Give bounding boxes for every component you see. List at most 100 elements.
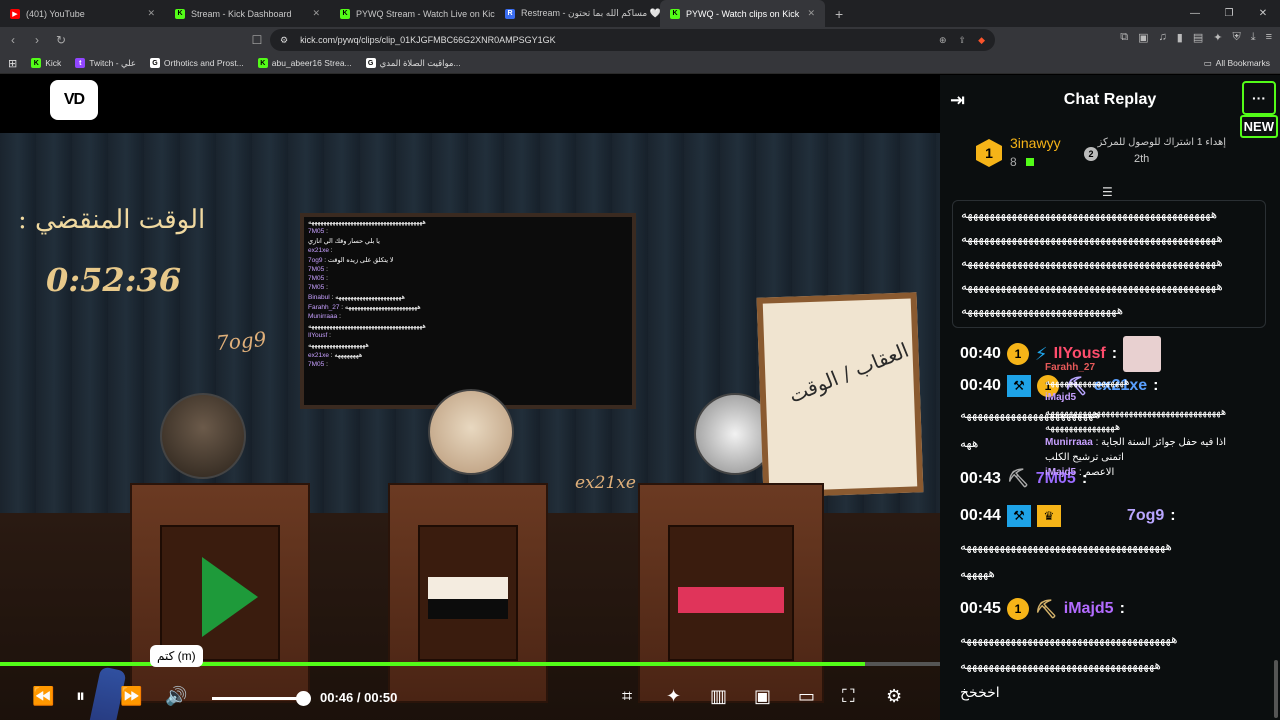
theater-icon[interactable]: ▭ bbox=[798, 686, 815, 707]
tv-chat-line: ههههههههههههههههههههههههههههههههههههههه bbox=[304, 321, 632, 331]
chat-username[interactable]: IlYousf bbox=[1054, 345, 1106, 363]
timestamp: 00:43 bbox=[960, 469, 1001, 487]
message-text: ههههههههههههههههههههههههه bbox=[960, 407, 1101, 421]
pinned-leaderboard: 1 3inawyy 8 إهداء 1 اشتراك للوصول للمركز… bbox=[976, 133, 1246, 177]
emote-image bbox=[1123, 336, 1162, 372]
music-icon[interactable]: ♫ bbox=[1159, 31, 1167, 44]
green-triangle-icon bbox=[202, 557, 258, 637]
moderator-badge-icon: ⚒ bbox=[1006, 505, 1031, 527]
podium-center bbox=[388, 483, 548, 703]
wallet-icon[interactable]: ▤ bbox=[1193, 31, 1203, 44]
collapse-chat-icon[interactable]: ⇥ bbox=[950, 90, 965, 111]
fullscreen-icon[interactable]: ⛶ bbox=[842, 686, 855, 707]
screenshot-icon[interactable]: ▣ bbox=[1138, 31, 1148, 44]
seek-bar[interactable] bbox=[0, 662, 940, 666]
site-info-icon[interactable]: ⚙ bbox=[280, 35, 288, 46]
crown-badge-icon: ♛ bbox=[1036, 505, 1061, 527]
elapsed-time-value: 0:52:36 bbox=[46, 261, 181, 299]
sparkle-icon[interactable]: ✦ bbox=[666, 686, 681, 707]
pickaxe-badge-icon: ⛏ bbox=[1064, 375, 1088, 396]
tab-restream[interactable]: R Restream - مساكم الله بما تحتون 🤍 ✕ bbox=[495, 0, 660, 27]
chat-username[interactable]: 7M05 bbox=[1036, 470, 1076, 488]
red-bar bbox=[678, 587, 784, 613]
rank-badge: 1 bbox=[976, 139, 1002, 167]
message-line: ههههههههههههههههههههههههههههه bbox=[961, 303, 1124, 317]
tv-chat-text: ههههههههههههههههههههههههههههههههههههههه bbox=[308, 219, 426, 226]
crop-icon[interactable]: ⌗ bbox=[622, 686, 632, 707]
brave-shield-icon[interactable]: ◆ bbox=[978, 35, 985, 46]
kick-icon: K bbox=[670, 8, 680, 19]
close-window-icon[interactable]: ✕ bbox=[1246, 0, 1280, 27]
tab-label: PYWQ Stream - Watch Live on Kick bbox=[356, 8, 495, 19]
address-bar[interactable]: ⚙ kick.com/pywq/clips/clip_01KJGFMBC66G2… bbox=[270, 29, 995, 51]
share-icon[interactable]: ⇪ bbox=[959, 35, 967, 46]
chat-panel: ⇥ Chat Replay ··· NEW 1 3inawyy 8 إهداء … bbox=[940, 75, 1280, 720]
bookmark-abu-abeer[interactable]: Kabu_abeer16 Strea... bbox=[257, 58, 352, 68]
long-message-box: هههههههههههههههههههههههههههههههههههههههه… bbox=[952, 200, 1266, 328]
current-time: 00:46 bbox=[320, 690, 354, 705]
bookmark-icon[interactable]: ☐ bbox=[246, 29, 268, 51]
more-options-icon[interactable]: ··· bbox=[1242, 81, 1276, 115]
all-bookmarks[interactable]: ▭ All Bookmarks bbox=[1204, 58, 1270, 69]
timestamp: 00:45 bbox=[960, 600, 1001, 617]
tv-chat-text: ههههههههههههههههههههههه bbox=[335, 294, 405, 301]
back-icon[interactable]: ‹ bbox=[2, 29, 24, 51]
menu-icon[interactable]: ≡ bbox=[1266, 31, 1272, 44]
chat-username[interactable]: ex21xe bbox=[1094, 377, 1147, 395]
minimize-icon[interactable]: — bbox=[1178, 0, 1212, 27]
download-icon[interactable]: ⤓ bbox=[1251, 31, 1256, 44]
close-icon[interactable]: ✕ bbox=[807, 8, 815, 19]
tv-chat-user: 7M05 bbox=[308, 275, 325, 282]
chat-message: 00:40 1 ⚡ IlYousf: bbox=[960, 336, 1162, 372]
zoom-icon[interactable]: ⊕ bbox=[939, 35, 947, 46]
leader-count: 8 bbox=[1010, 155, 1017, 169]
tv-chat-user: Munirraaa bbox=[308, 313, 338, 320]
vpn-icon[interactable]: ⛨ bbox=[1232, 31, 1240, 44]
miniplayer-icon[interactable]: ▣ bbox=[754, 686, 771, 707]
forward-icon[interactable]: › bbox=[26, 29, 48, 51]
video-player[interactable]: الوقت المنقضي : 0:52:36 هههههههههههههههه… bbox=[0, 75, 940, 720]
tab-youtube[interactable]: ▶ (401) YouTube ✕ bbox=[0, 0, 165, 27]
tv-chat-line: 7M05 : bbox=[308, 284, 328, 291]
maximize-icon[interactable]: ❐ bbox=[1212, 0, 1246, 27]
subscriber-badge-icon: 1 bbox=[1006, 598, 1029, 620]
player-controls: ⏪ ⏸ ⏩ 🔊 00:46 / 00:50 ⌗ ✦ ▥ ▣ ▭ ⛶ ⚙ bbox=[0, 678, 940, 718]
leader-username[interactable]: 3inawyy bbox=[1010, 135, 1061, 151]
kick-icon: K bbox=[175, 8, 185, 19]
pause-icon[interactable]: ⏸ bbox=[76, 686, 85, 707]
close-icon[interactable]: ✕ bbox=[312, 8, 320, 19]
reload-icon[interactable]: ↻ bbox=[50, 29, 72, 51]
stats-icon[interactable]: ▥ bbox=[710, 686, 727, 707]
tv-chat-line: 7M05 : bbox=[308, 361, 328, 368]
volume-handle[interactable] bbox=[296, 691, 311, 706]
bookmark-kick[interactable]: K Kick bbox=[31, 58, 61, 68]
chat-tv-screen: ههههههههههههههههههههههههههههههههههههههه 7… bbox=[300, 213, 636, 409]
apps-icon[interactable]: ⊞ bbox=[8, 57, 17, 70]
tab-kick-live[interactable]: K PYWQ Stream - Watch Live on Kick ✕ bbox=[330, 0, 495, 27]
tab-kick-clips[interactable]: K PYWQ - Watch clips on Kick ✕ bbox=[660, 0, 825, 27]
volume-slider[interactable] bbox=[212, 697, 304, 700]
chat-username[interactable]: iMajd5 bbox=[1064, 600, 1114, 618]
extensions-icon[interactable]: ⧉ bbox=[1120, 31, 1128, 44]
ai-icon[interactable]: ✦ bbox=[1213, 31, 1222, 44]
close-icon[interactable]: ✕ bbox=[147, 8, 155, 19]
settings-icon[interactable]: ⚙ bbox=[886, 686, 902, 707]
expand-icon[interactable]: ☰ bbox=[1102, 185, 1113, 199]
tab-bar: ▶ (401) YouTube ✕ K Stream - Kick Dashbo… bbox=[0, 0, 1280, 27]
chat-message: 00:40 ⚒ 1 ⛏ ex21xe: bbox=[960, 375, 1159, 397]
chat-scrollbar[interactable] bbox=[1274, 660, 1278, 718]
tab-kick-dashboard[interactable]: K Stream - Kick Dashboard ✕ bbox=[165, 0, 330, 27]
chat-username[interactable]: 7og9 bbox=[1127, 507, 1164, 525]
fast-forward-icon[interactable]: ⏩ bbox=[120, 686, 142, 707]
bookmark-twitch[interactable]: t Twitch - علي bbox=[75, 58, 136, 69]
bookmark-prayer-times[interactable]: G مواقيت الصلاة المدي... bbox=[365, 58, 461, 69]
bookmark-orthotics[interactable]: G Orthotics and Prost... bbox=[149, 58, 244, 68]
tv-chat-line: هههههههههههههههههههه bbox=[304, 340, 632, 350]
tv-chat-user: Binabul bbox=[308, 294, 330, 301]
sidebar-icon[interactable]: ▮ bbox=[1177, 31, 1183, 44]
tv-chat-line: 7M05 : bbox=[308, 228, 328, 235]
rewind-icon[interactable]: ⏪ bbox=[32, 686, 54, 707]
new-tab-icon[interactable]: + bbox=[825, 6, 853, 22]
podium-panel bbox=[418, 525, 518, 661]
volume-icon[interactable]: 🔊 bbox=[165, 686, 187, 707]
